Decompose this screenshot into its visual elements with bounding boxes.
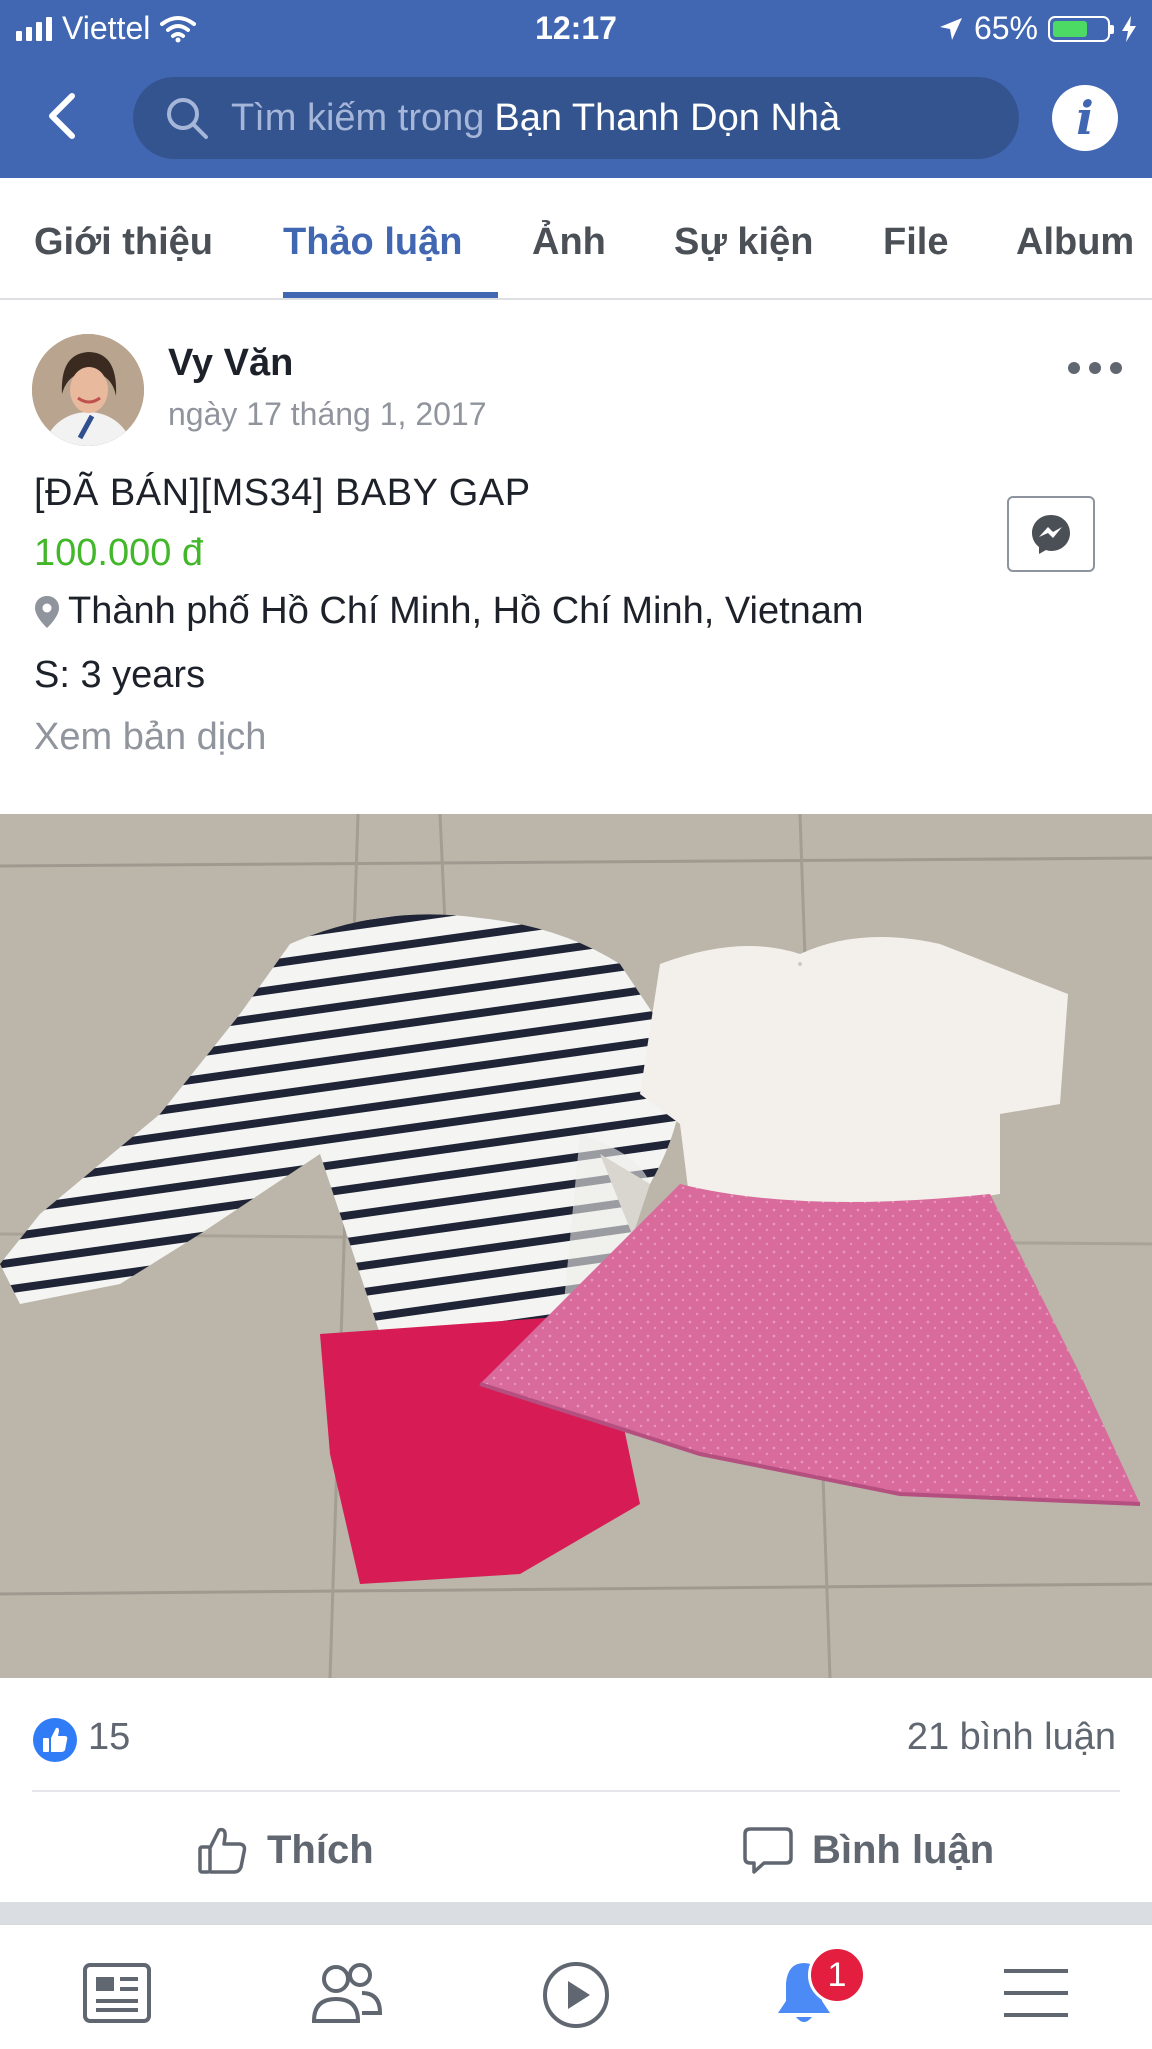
menu-icon (1004, 1969, 1068, 2017)
info-icon: i (1076, 91, 1094, 145)
menu-button[interactable] (996, 1955, 1076, 2031)
avatar[interactable] (32, 334, 144, 446)
chevron-left-icon (49, 93, 75, 139)
tab-albums[interactable]: Album (1016, 178, 1134, 298)
comment-button-label: Bình luận (812, 1827, 995, 1872)
location-arrow-icon (939, 17, 962, 40)
listing-price: 100.000 đ (34, 532, 204, 574)
charging-bolt-icon (1122, 15, 1136, 42)
listing-location: Thành phố Hồ Chí Minh, Hồ Chí Minh, Viet… (34, 590, 864, 633)
tab-photos[interactable]: Ảnh (532, 178, 606, 298)
search-input[interactable]: Tìm kiếm trong Bạn Thanh Dọn Nhà (133, 77, 1019, 159)
post-title: [ĐÃ BÁN][MS34] BABY GAP (34, 472, 531, 514)
battery-icon (1048, 15, 1114, 42)
listing-size: S: 3 years (34, 654, 206, 696)
like-reaction-icon[interactable] (33, 1718, 77, 1762)
friends-button[interactable] (306, 1955, 386, 2031)
location-pin-icon (35, 595, 59, 628)
top-bar: Viettel 12:17 65% Tìm kiếm trong Bạn Tha… (0, 0, 1152, 178)
comment-button[interactable]: Bình luận (742, 1818, 994, 1882)
post-date[interactable]: ngày 17 tháng 1, 2017 (168, 396, 487, 433)
post-photo[interactable] (0, 814, 1152, 1678)
notifications-badge: 1 (808, 1946, 866, 2004)
divider (32, 1790, 1120, 1792)
feed-separator (0, 1902, 1152, 1924)
battery-percent: 65% (973, 10, 1038, 46)
avatar-image (32, 334, 144, 446)
search-placeholder: Tìm kiếm trong (231, 96, 485, 139)
messenger-icon (1032, 515, 1070, 554)
tab-files[interactable]: File (883, 178, 948, 298)
search-group-name: Bạn Thanh Dọn Nhà (494, 96, 841, 139)
news-feed-button[interactable] (78, 1955, 158, 2031)
bottom-nav-bar (0, 1924, 1152, 2049)
post-options-button[interactable] (1068, 356, 1122, 380)
group-tabs: Giới thiệu Thảo luận Ảnh Sự kiện File Al… (0, 178, 1152, 300)
active-tab-indicator (283, 292, 498, 298)
comment-bubble-icon (743, 1827, 793, 1874)
tab-about[interactable]: Giới thiệu (34, 178, 213, 298)
comment-count[interactable]: 21 bình luận (907, 1716, 1116, 1759)
tab-discussion[interactable]: Thảo luận (283, 178, 462, 298)
see-translation-link[interactable]: Xem bản dịch (34, 716, 266, 759)
location-text: Thành phố Hồ Chí Minh, Hồ Chí Minh, Viet… (68, 590, 864, 632)
like-count[interactable]: 15 (88, 1716, 130, 1759)
post-photo-image (0, 814, 1152, 1678)
post-author[interactable]: Vy Văn (168, 342, 293, 385)
tab-events[interactable]: Sự kiện (674, 178, 813, 298)
like-button-label: Thích (267, 1827, 374, 1872)
info-button[interactable]: i (1052, 85, 1118, 151)
search-icon (167, 98, 208, 139)
news-feed-icon (83, 1963, 151, 2023)
video-button[interactable] (536, 1955, 616, 2031)
play-icon (543, 1962, 609, 2028)
status-bar: Viettel 12:17 65% (0, 0, 1152, 56)
thumbs-up-icon (198, 1827, 247, 1874)
like-button[interactable]: Thích (197, 1818, 374, 1882)
message-seller-button[interactable] (1007, 496, 1095, 572)
back-button[interactable] (36, 86, 96, 146)
friends-icon (311, 1963, 383, 2023)
